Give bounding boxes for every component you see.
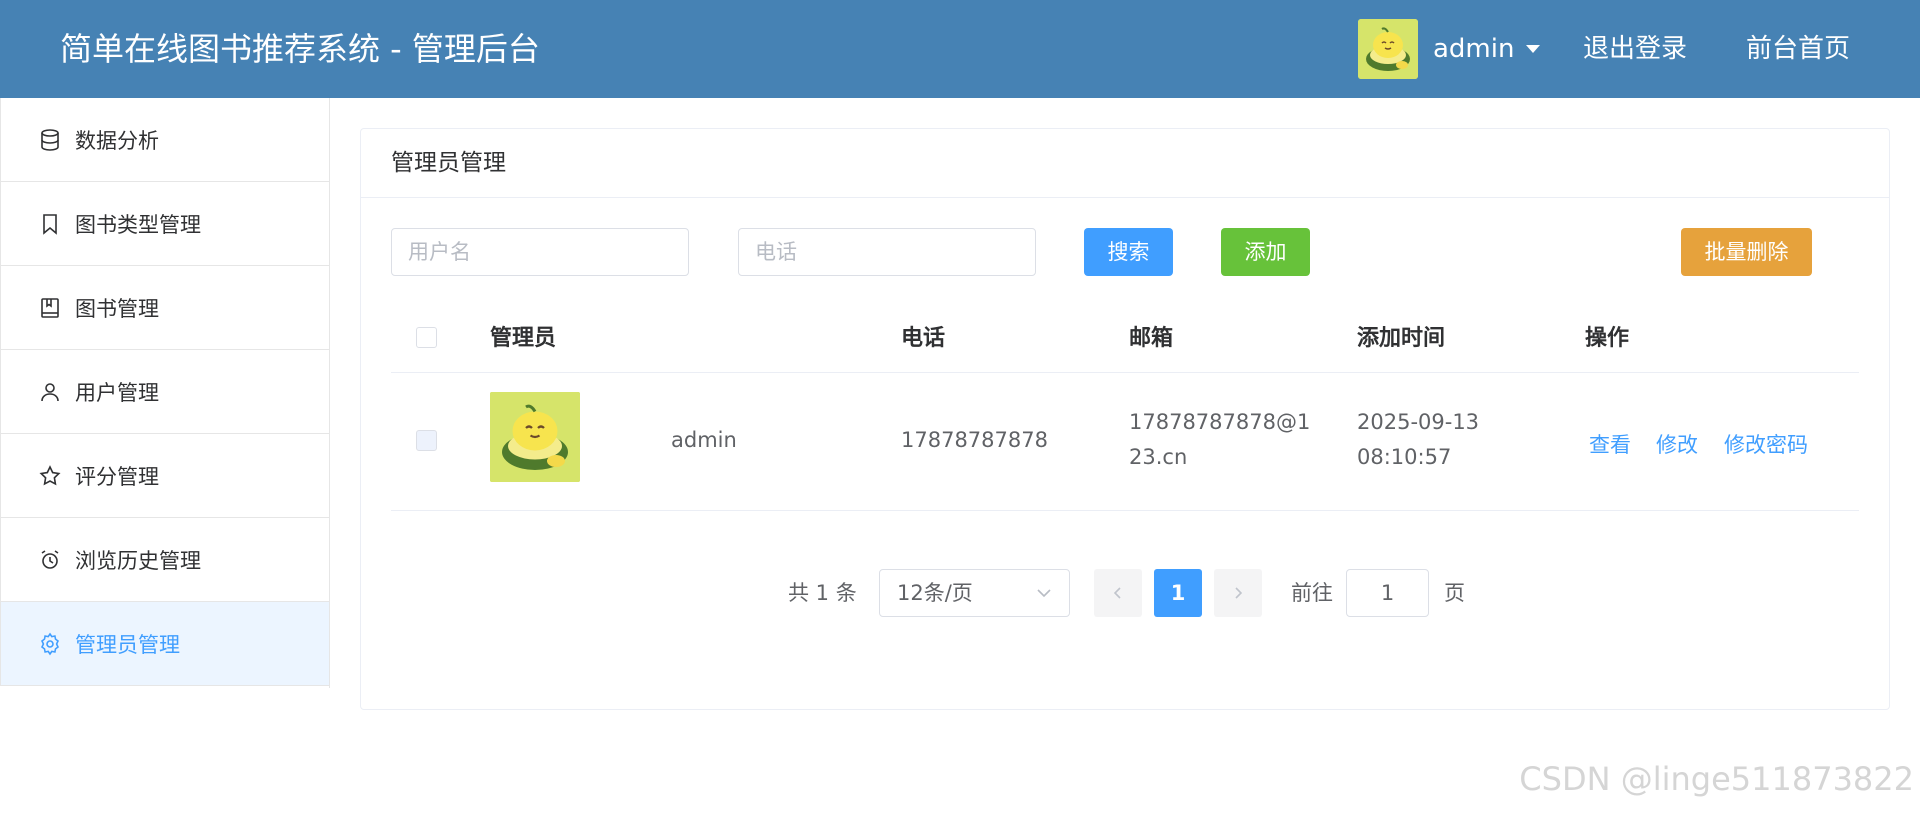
sidebar-item-data-analysis[interactable]: 数据分析 (0, 98, 330, 182)
sidebar-item-rating-management[interactable]: 评分管理 (0, 434, 330, 518)
sidebar-item-label: 数据分析 (75, 128, 159, 153)
page-size-value: 12条/页 (897, 581, 973, 605)
star-icon (37, 463, 63, 489)
alarm-clock-icon (37, 547, 63, 573)
top-header: 简单在线图书推荐系统 - 管理后台 admin 退出登录 前台首页 (0, 0, 1920, 98)
batch-delete-button[interactable]: 批量删除 (1681, 228, 1812, 276)
page-number-current[interactable]: 1 (1154, 569, 1202, 617)
phone-search-input[interactable] (738, 228, 1036, 276)
admin-avatar (490, 392, 580, 482)
username-search-input[interactable] (391, 228, 689, 276)
sidebar-item-browse-history[interactable]: 浏览历史管理 (0, 518, 330, 602)
sidebar-item-label: 浏览历史管理 (75, 548, 201, 573)
added-time: 08:10:57 (1357, 445, 1452, 469)
user-menu[interactable]: admin (1358, 19, 1541, 79)
durian-avatar-icon (490, 392, 580, 482)
sidebar-item-label: 图书类型管理 (75, 212, 201, 237)
chevron-right-icon (1235, 587, 1243, 599)
watermark: CSDN @linge511873822 (1519, 760, 1914, 798)
sidebar-item-user-management[interactable]: 用户管理 (0, 350, 330, 434)
admin-table: 管理员 电话 邮箱 添加时间 操作 admin 17878787878 1787… (391, 304, 1859, 511)
admin-phone: 17878787878 (901, 428, 1048, 452)
sidebar-item-book-category[interactable]: 图书类型管理 (0, 182, 330, 266)
sidebar-item-label: 用户管理 (75, 380, 159, 405)
toolbar: 搜索 添加 批量删除 (361, 228, 1889, 276)
column-header-admin: 管理员 (490, 326, 557, 351)
added-date: 2025-09-13 (1357, 410, 1480, 434)
sidebar-item-label: 管理员管理 (75, 632, 180, 657)
admin-email-line2: 23.cn (1129, 445, 1188, 469)
next-page-button[interactable] (1214, 569, 1262, 617)
gear-icon (37, 631, 63, 657)
prev-page-button[interactable] (1094, 569, 1142, 617)
sidebar-item-label: 评分管理 (75, 464, 159, 489)
durian-avatar-icon (1358, 19, 1418, 79)
page-suffix-label: 页 (1444, 581, 1465, 605)
column-header-email: 邮箱 (1129, 326, 1174, 351)
sidebar: 数据分析 图书类型管理 图书管理 用户管理 评分管理 浏览历史管理 管理员管理 (0, 98, 330, 688)
table-header: 管理员 电话 邮箱 添加时间 操作 (391, 304, 1859, 373)
search-button[interactable]: 搜索 (1084, 228, 1173, 276)
goto-label: 前往 (1291, 581, 1333, 605)
goto-page-input[interactable] (1346, 569, 1429, 617)
sidebar-item-admin-management[interactable]: 管理员管理 (0, 602, 330, 686)
card-title: 管理员管理 (361, 129, 1889, 198)
select-all-checkbox[interactable] (416, 327, 437, 348)
page-size-select[interactable]: 12条/页 (879, 569, 1070, 617)
sidebar-item-book-management[interactable]: 图书管理 (0, 266, 330, 350)
edit-link[interactable]: 修改 (1656, 429, 1698, 459)
chevron-down-icon (1037, 589, 1051, 598)
caret-down-icon (1526, 45, 1541, 53)
add-button[interactable]: 添加 (1221, 228, 1310, 276)
total-count: 共 1 条 (788, 581, 857, 605)
column-header-added-time: 添加时间 (1357, 326, 1446, 351)
database-icon (37, 127, 63, 153)
book-icon (37, 295, 63, 321)
logout-link[interactable]: 退出登录 (1583, 0, 1687, 98)
frontend-home-link[interactable]: 前台首页 (1746, 0, 1850, 98)
column-header-actions: 操作 (1585, 326, 1630, 351)
bookmark-icon (37, 211, 63, 237)
column-header-phone: 电话 (901, 326, 946, 351)
chevron-left-icon (1113, 587, 1121, 599)
pagination: 共 1 条 12条/页 1 前往 页 (361, 569, 1889, 617)
avatar (1358, 19, 1418, 79)
change-password-link[interactable]: 修改密码 (1724, 429, 1808, 459)
admin-email-line1: 17878787878@1 (1129, 410, 1311, 434)
app-title: 简单在线图书推荐系统 - 管理后台 (60, 30, 540, 68)
user-icon (37, 379, 63, 405)
user-name: admin (1433, 34, 1515, 64)
admin-management-card: 管理员管理 搜索 添加 批量删除 管理员 电话 邮箱 添加时间 操作 (360, 128, 1890, 710)
sidebar-item-label: 图书管理 (75, 296, 159, 321)
view-link[interactable]: 查看 (1589, 429, 1631, 459)
admin-username: admin (671, 428, 737, 452)
table-row: admin 17878787878 17878787878@1 23.cn 20… (391, 373, 1859, 511)
row-checkbox[interactable] (416, 430, 437, 451)
